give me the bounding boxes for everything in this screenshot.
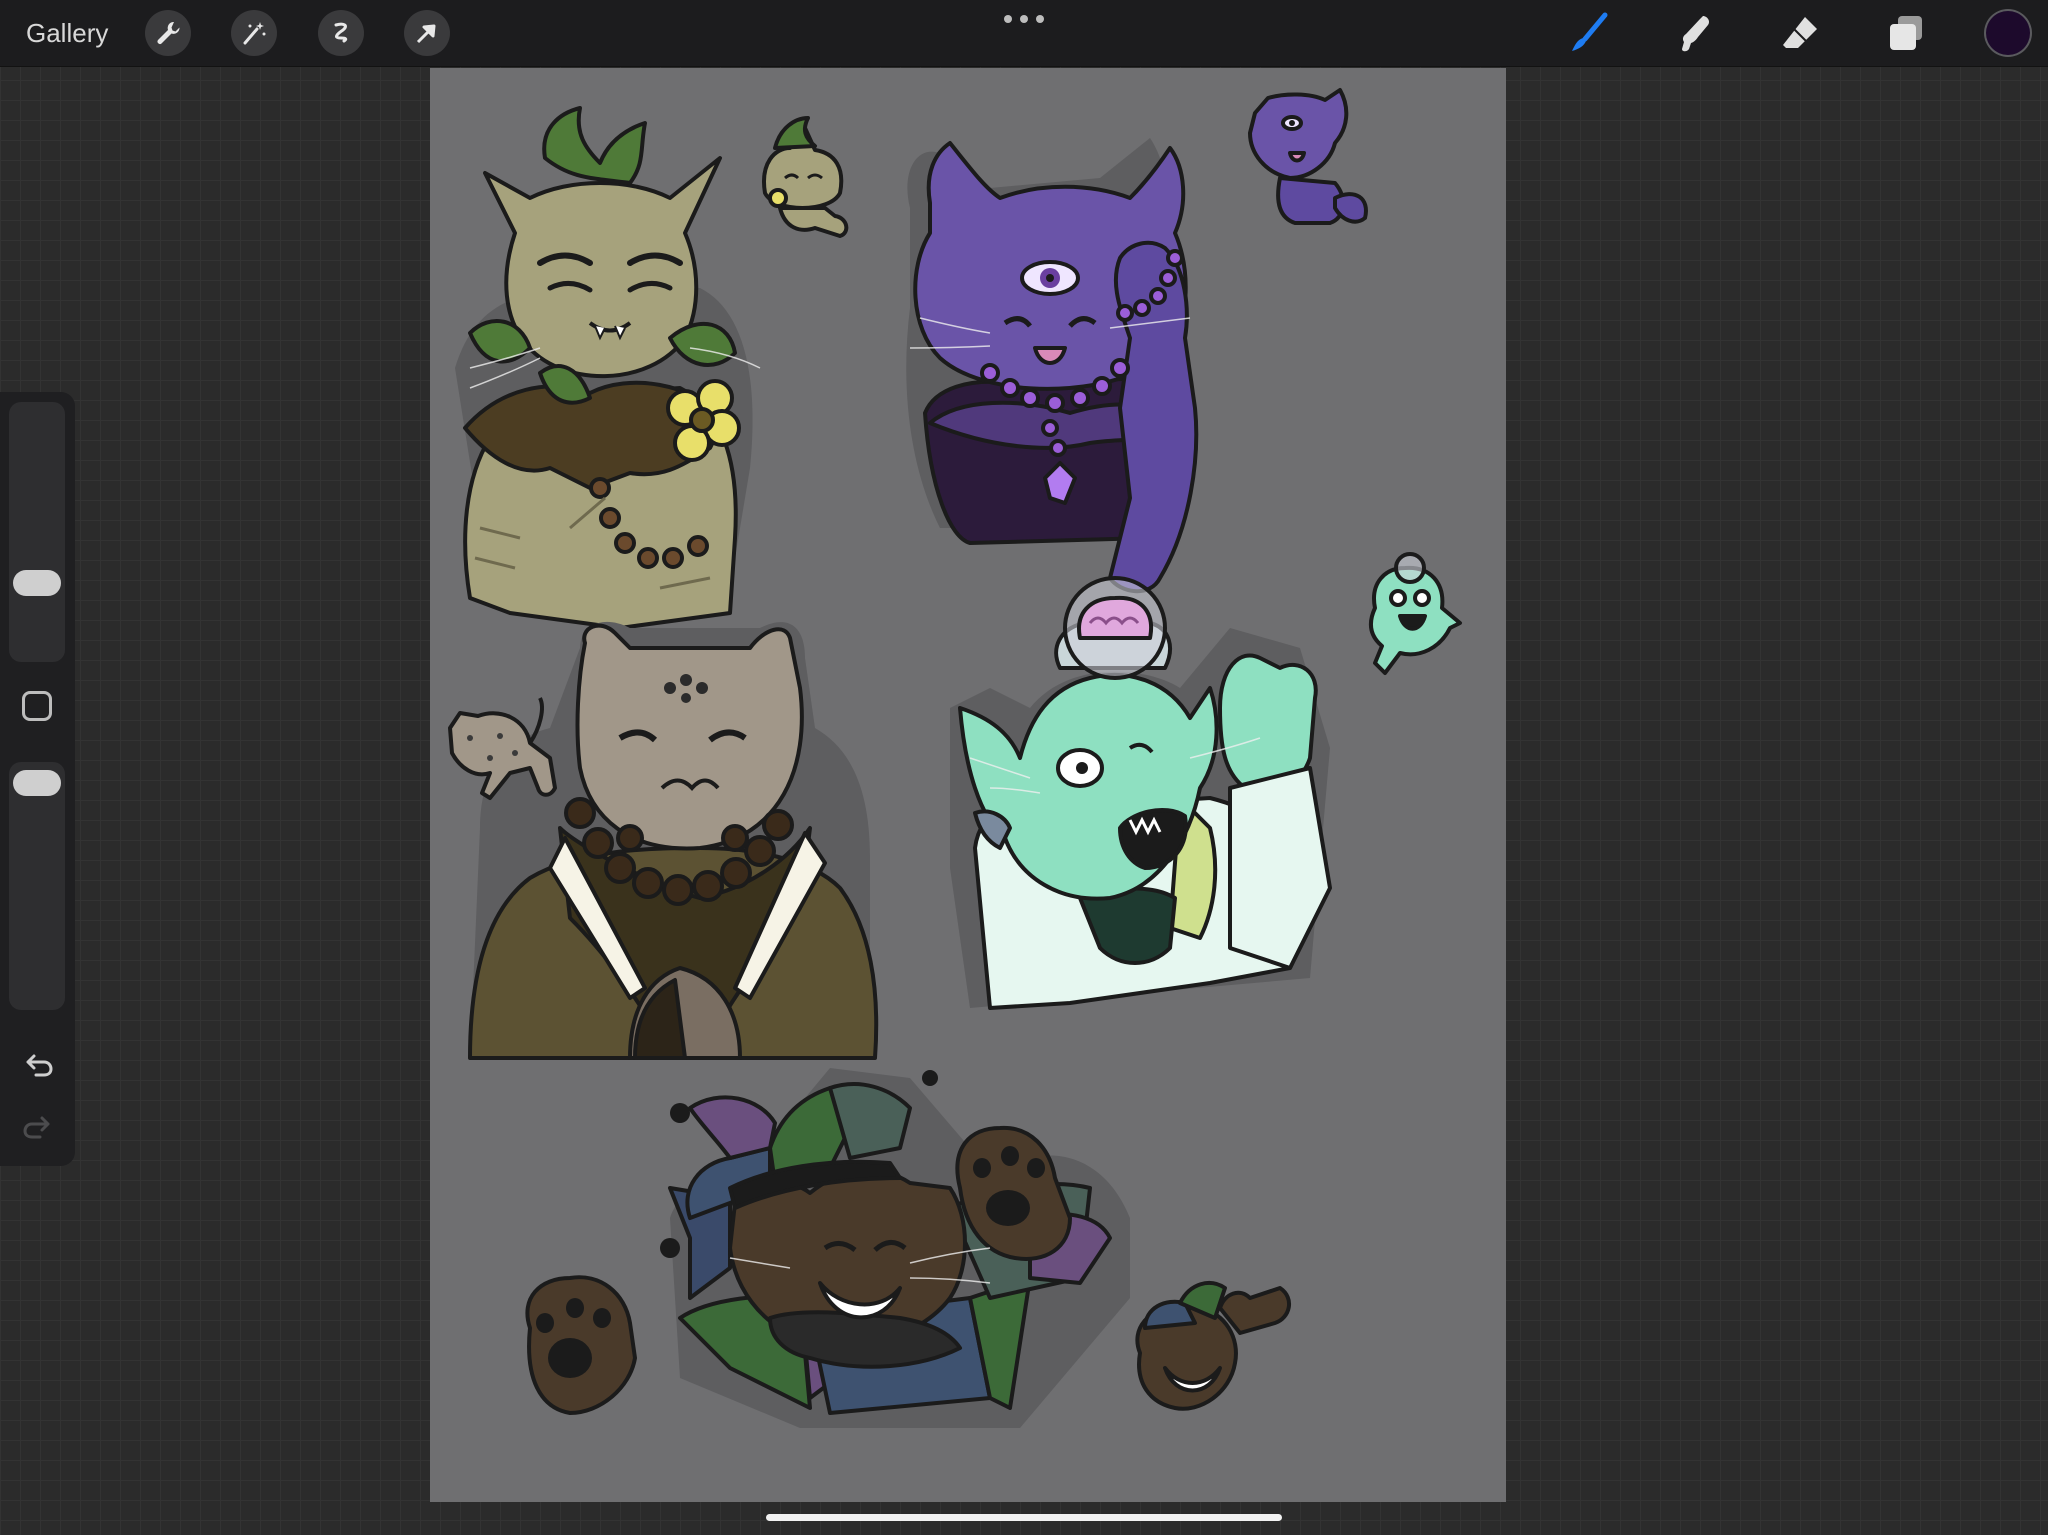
brain-dome	[1054, 576, 1172, 680]
opacity-handle[interactable]	[13, 770, 61, 796]
actions-button[interactable]	[145, 10, 191, 56]
eraser-icon	[1783, 17, 1817, 48]
mini-purple-cat	[1248, 88, 1368, 225]
mini-jester-cat	[1135, 1281, 1291, 1411]
jester-cat-drawing	[525, 1068, 1291, 1428]
transform-arrow-icon	[416, 24, 436, 44]
layers-tool[interactable]	[1883, 10, 1929, 56]
gallery-button[interactable]: Gallery	[26, 14, 108, 52]
selection-button[interactable]	[318, 10, 364, 56]
redo-button[interactable]	[18, 1108, 58, 1148]
smudge-tool[interactable]	[1672, 10, 1718, 56]
modify-button[interactable]	[22, 691, 52, 721]
redo-icon	[23, 1116, 50, 1139]
drawing-canvas[interactable]: .ol { stroke: #1b1b1b; stroke-width: 4; …	[430, 68, 1506, 1502]
mini-leaf-cat	[762, 116, 849, 238]
canvas-artwork: .ol { stroke: #1b1b1b; stroke-width: 4; …	[448, 88, 1462, 1428]
brush-size-handle[interactable]	[13, 570, 61, 596]
layers-icon	[1890, 16, 1922, 50]
undo-icon	[26, 1054, 53, 1077]
color-picker-swatch[interactable]	[1986, 11, 2030, 55]
scientist-cat-drawing	[950, 552, 1462, 1010]
smudge-icon	[1682, 16, 1710, 52]
wrench-icon	[157, 21, 180, 44]
brush-icon	[1572, 12, 1608, 51]
monk-cat-drawing	[448, 621, 879, 1060]
left-sidebar	[0, 392, 75, 1166]
transform-button[interactable]	[404, 10, 450, 56]
brush-size-slider[interactable]	[9, 402, 65, 662]
home-indicator[interactable]	[766, 1514, 1282, 1521]
eraser-tool[interactable]	[1777, 10, 1823, 56]
leaf-cat-drawing	[455, 106, 849, 630]
mini-spotted-cat	[448, 697, 557, 800]
adjustments-button[interactable]	[231, 10, 277, 56]
mini-scientist-cat	[1368, 552, 1462, 675]
brush-tool[interactable]	[1566, 10, 1612, 56]
selection-icon	[334, 22, 348, 43]
more-options-icon[interactable]	[1004, 10, 1044, 28]
purple-eye-cat-drawing	[906, 88, 1368, 594]
magic-wand-icon	[243, 22, 266, 45]
undo-button[interactable]	[18, 1046, 58, 1086]
opacity-slider[interactable]	[9, 762, 65, 1010]
top-toolbar: Gallery	[0, 0, 2048, 67]
